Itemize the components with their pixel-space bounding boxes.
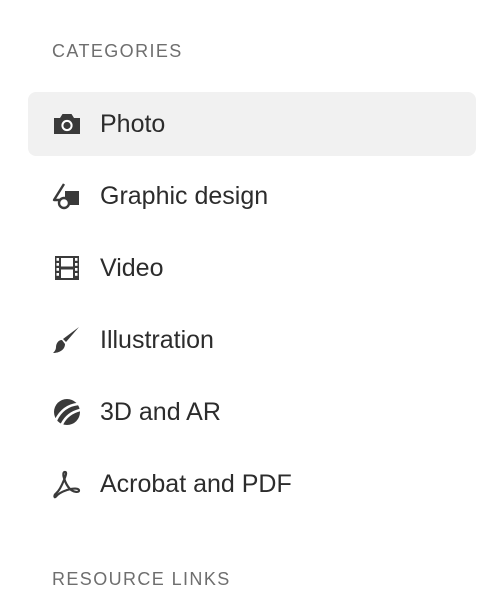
category-label-graphic-design: Graphic design [100,181,269,210]
category-label-illustration: Illustration [100,325,214,354]
categories-heading: CATEGORIES [52,41,183,61]
resource-links-heading: RESOURCE LINKS [52,569,231,589]
graphic-design-icon [52,181,82,211]
category-item-photo[interactable]: Photo [28,92,476,156]
category-item-illustration[interactable]: Illustration [28,308,476,372]
camera-icon [52,109,82,139]
category-item-acrobat-and-pdf[interactable]: Acrobat and PDF [28,452,476,516]
category-item-video[interactable]: Video [28,236,476,300]
3d-ar-icon [52,397,82,427]
category-item-graphic-design[interactable]: Graphic design [28,164,476,228]
category-label-3d-and-ar: 3D and AR [100,397,221,426]
category-item-3d-and-ar[interactable]: 3D and AR [28,380,476,444]
acrobat-icon [52,469,82,499]
category-label-acrobat-and-pdf: Acrobat and PDF [100,469,292,498]
brush-icon [52,325,82,355]
category-label-video: Video [100,253,164,282]
category-label-photo: Photo [100,109,166,138]
film-strip-icon [52,253,82,283]
category-list: Photo Graphic design Video Illustration … [28,92,476,524]
